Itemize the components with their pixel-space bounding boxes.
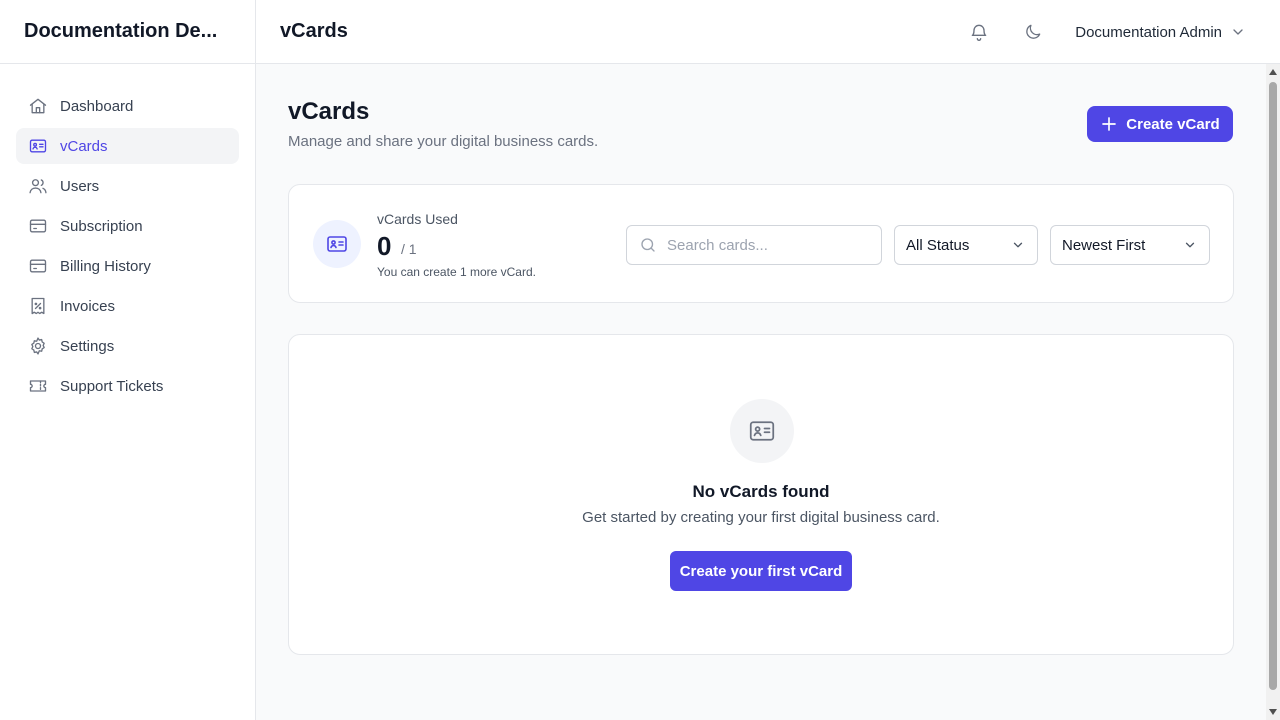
page-subtitle: Manage and share your digital business c… [288, 133, 599, 150]
usage-count: 0 [377, 231, 392, 261]
user-name: Documentation Admin [1075, 23, 1222, 41]
credit-card-icon [28, 216, 48, 236]
scroll-down-arrow-icon[interactable] [1269, 709, 1277, 715]
ticket-icon [28, 376, 48, 396]
sort-value: Newest First [1062, 236, 1146, 254]
search-box [626, 225, 882, 265]
page-title: vCards [288, 98, 370, 125]
brand-title[interactable]: Documentation De... [0, 0, 255, 64]
moon-icon[interactable] [1013, 12, 1053, 52]
chevron-down-icon [1183, 238, 1197, 252]
usage-note: You can create 1 more vCard. [377, 265, 536, 279]
create-vcard-label: Create vCard [1126, 115, 1220, 133]
create-first-vcard-button[interactable]: Create your first vCard [670, 551, 852, 591]
empty-state-subtitle: Get started by creating your first digit… [582, 509, 940, 526]
sort-select[interactable]: Newest First [1050, 225, 1210, 265]
receipt-icon [28, 296, 48, 316]
sidebar-item-users[interactable]: Users [16, 168, 239, 204]
id-card-icon [730, 399, 794, 463]
id-card-icon [313, 220, 361, 268]
sidebar-item-label: vCards [60, 137, 108, 155]
sidebar-item-label: Support Tickets [60, 377, 164, 395]
sidebar-item-label: Billing History [60, 257, 151, 275]
sidebar-item-invoices[interactable]: Invoices [16, 288, 239, 324]
top-bar: vCards Documentation Admin [256, 0, 1280, 64]
users-icon [28, 176, 48, 196]
main-content: vCards Manage and share your digital bus… [256, 64, 1266, 720]
status-filter-value: All Status [906, 236, 970, 254]
usage-limit: / 1 [401, 241, 417, 257]
sidebar: Documentation De... Dashboard vCards Use… [0, 0, 256, 720]
sidebar-item-settings[interactable]: Settings [16, 328, 239, 364]
status-filter-select[interactable]: All Status [894, 225, 1038, 265]
header-actions: Documentation Admin [959, 0, 1280, 64]
usage-label: vCards Used [377, 211, 458, 227]
header-title: vCards [280, 20, 348, 42]
sidebar-item-label: Settings [60, 337, 115, 355]
sidebar-item-vcards[interactable]: vCards [16, 128, 239, 164]
empty-state: No vCards found Get started by creating … [288, 334, 1234, 655]
user-menu[interactable]: Documentation Admin [1075, 24, 1246, 41]
sidebar-item-subscription[interactable]: Subscription [16, 208, 239, 244]
create-vcard-button[interactable]: Create vCard [1087, 106, 1233, 142]
scrollbar-thumb[interactable] [1269, 82, 1277, 690]
gear-icon [28, 336, 48, 356]
plus-icon [1100, 115, 1118, 133]
bell-icon[interactable] [959, 12, 999, 52]
credit-card-icon [28, 256, 48, 276]
home-icon [28, 96, 48, 116]
sidebar-nav: Dashboard vCards Users Subscription Bill… [0, 64, 255, 404]
id-card-icon [28, 136, 48, 156]
scroll-up-arrow-icon[interactable] [1269, 69, 1277, 75]
sidebar-item-label: Invoices [60, 297, 116, 315]
chevron-down-icon [1011, 238, 1025, 252]
sidebar-item-label: Users [60, 177, 100, 195]
sidebar-item-support-tickets[interactable]: Support Tickets [16, 368, 239, 404]
chevron-down-icon [1230, 24, 1246, 40]
empty-state-title: No vCards found [692, 482, 830, 501]
search-input[interactable] [667, 236, 867, 254]
usage-card: vCards Used 0 / 1 You can create 1 more … [288, 184, 1234, 303]
search-icon [639, 236, 657, 254]
sidebar-item-label: Subscription [60, 217, 143, 235]
sidebar-item-label: Dashboard [60, 97, 134, 115]
sidebar-item-dashboard[interactable]: Dashboard [16, 88, 239, 124]
sidebar-item-billing-history[interactable]: Billing History [16, 248, 239, 284]
main-scrollbar[interactable] [1266, 64, 1280, 720]
